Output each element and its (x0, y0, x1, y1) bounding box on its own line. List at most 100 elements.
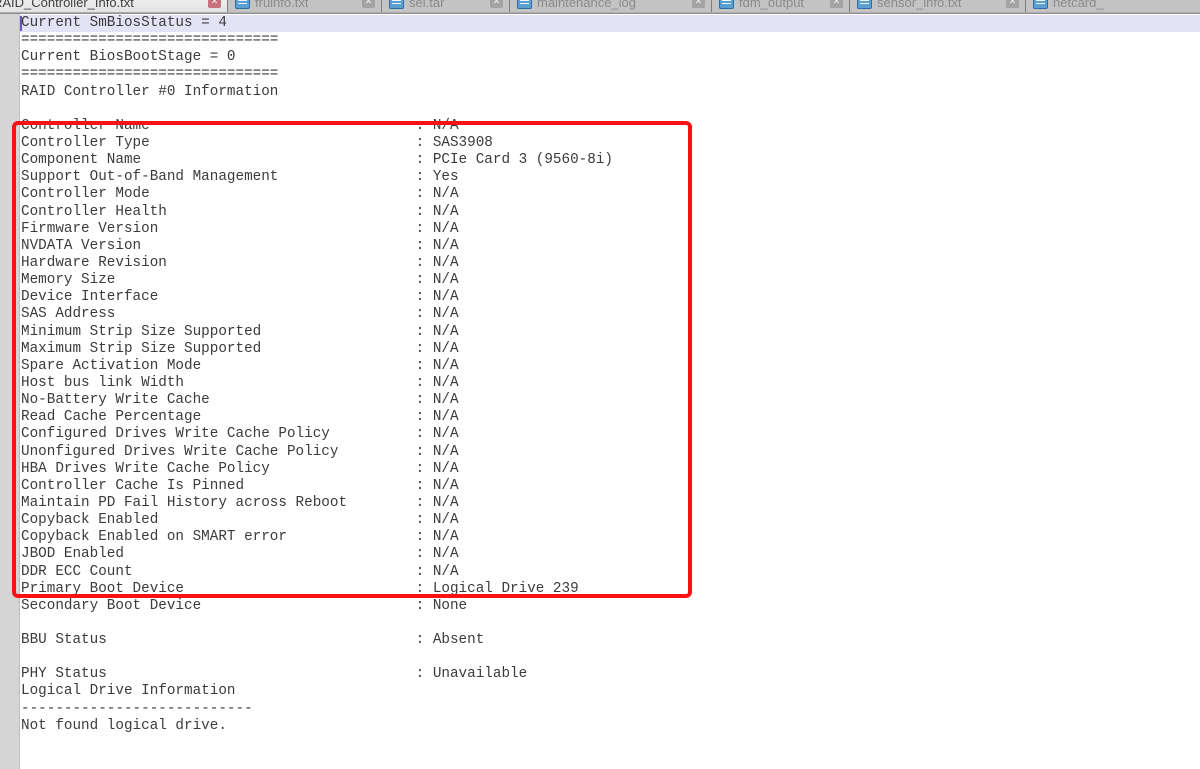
code-line-text: Controller Health : N/A (21, 204, 459, 220)
code-line-text: Primary Boot Device : Logical Drive 239 (21, 581, 579, 597)
code-area: Current SmBiosStatus = 4================… (20, 14, 1200, 769)
code-line-text: Controller Type : SAS3908 (21, 135, 493, 151)
code-line: Secondary Boot Device : None (20, 598, 1200, 615)
code-line-text: Maximum Strip Size Supported : N/A (21, 341, 459, 357)
tab-sel-tar[interactable]: sel.tar ✕ (382, 0, 510, 12)
code-line-text: Copyback Enabled on SMART error : N/A (21, 529, 459, 545)
code-line: Minimum Strip Size Supported : N/A (20, 324, 1200, 341)
close-tab-icon[interactable]: ✕ (208, 0, 221, 8)
code-line-text: Device Interface : N/A (21, 289, 459, 305)
text-caret (20, 16, 22, 31)
code-line: Maintain PD Fail History across Reboot :… (20, 495, 1200, 512)
code-line: BBU Status : Absent (20, 632, 1200, 649)
code-line: Firmware Version : N/A (20, 221, 1200, 238)
code-line: Copyback Enabled : N/A (20, 512, 1200, 529)
code-line: Controller Mode : N/A (20, 186, 1200, 203)
tab-netcard[interactable]: netcard_ ✕ (1026, 0, 1200, 12)
code-line: Copyback Enabled on SMART error : N/A (20, 529, 1200, 546)
code-line-text: Controller Mode : N/A (21, 186, 459, 202)
close-tab-icon[interactable]: ✕ (830, 0, 843, 8)
code-line: No-Battery Write Cache : N/A (20, 392, 1200, 409)
tab-fdm-output[interactable]: fdm_output ✕ (712, 0, 850, 12)
code-line-text: Component Name : PCIe Card 3 (9560-8i) (21, 152, 613, 168)
tab-label: fruinfo.txt (255, 0, 308, 10)
code-line-current: Current SmBiosStatus = 4 (20, 15, 1200, 32)
close-tab-icon[interactable]: ✕ (692, 0, 705, 8)
code-line: HBA Drives Write Cache Policy : N/A (20, 461, 1200, 478)
tab-bar: RAID_Controller_Info.txt ✕ fruinfo.txt ✕… (0, 0, 1200, 14)
code-line-text: Controller Cache Is Pinned : N/A (21, 478, 459, 494)
code-line-text: Unonfigured Drives Write Cache Policy : … (21, 444, 459, 460)
code-line-text: RAID Controller #0 Information (21, 84, 278, 100)
code-line: Maximum Strip Size Supported : N/A (20, 341, 1200, 358)
file-icon (235, 0, 250, 9)
code-line-text: No-Battery Write Cache : N/A (21, 392, 459, 408)
code-line-text: Minimum Strip Size Supported : N/A (21, 324, 459, 340)
code-line: Memory Size : N/A (20, 272, 1200, 289)
tab-label: sensor_info.txt (877, 0, 962, 10)
code-line: Support Out-of-Band Management : Yes (20, 169, 1200, 186)
tab-label: RAID_Controller_Info.txt (0, 0, 134, 10)
code-line-text: Secondary Boot Device : None (21, 598, 467, 614)
code-line-text: Spare Activation Mode : N/A (21, 358, 459, 374)
code-line-text: BBU Status : Absent (21, 632, 484, 648)
code-line-text: ============================== (21, 32, 278, 48)
code-line: Controller Type : SAS3908 (20, 135, 1200, 152)
code-line-text: NVDATA Version : N/A (21, 238, 459, 254)
code-line-text: Logical Drive Information (21, 683, 236, 699)
code-line-text: Not found logical drive. (21, 718, 227, 734)
code-line-text: PHY Status : Unavailable (21, 666, 527, 682)
code-line: RAID Controller #0 Information (20, 84, 1200, 101)
file-icon (517, 0, 532, 9)
code-line (20, 615, 1200, 632)
tab-sensor-info-txt[interactable]: sensor_info.txt ✕ (850, 0, 1026, 12)
tab-maintenance-log[interactable]: maintenance_log ✕ (510, 0, 712, 12)
code-line-text: Host bus link Width : N/A (21, 375, 459, 391)
code-line-text: Maintain PD Fail History across Reboot :… (21, 495, 459, 511)
code-line: Device Interface : N/A (20, 289, 1200, 306)
code-line: Controller Name : N/A (20, 118, 1200, 135)
code-line: Controller Cache Is Pinned : N/A (20, 478, 1200, 495)
tab-label: fdm_output (739, 0, 804, 10)
code-line-text: HBA Drives Write Cache Policy : N/A (21, 461, 459, 477)
code-line-text: DDR ECC Count : N/A (21, 564, 459, 580)
code-line: Component Name : PCIe Card 3 (9560-8i) (20, 152, 1200, 169)
code-line-text: Hardware Revision : N/A (21, 255, 459, 271)
file-icon (1033, 0, 1048, 9)
code-line: Read Cache Percentage : N/A (20, 409, 1200, 426)
code-line: JBOD Enabled : N/A (20, 546, 1200, 563)
code-line: --------------------------- (20, 701, 1200, 718)
code-line: Host bus link Width : N/A (20, 375, 1200, 392)
tab-label: maintenance_log (537, 0, 636, 10)
code-line: Current BiosBootStage = 0 (20, 49, 1200, 66)
code-line: Controller Health : N/A (20, 204, 1200, 221)
close-tab-icon[interactable]: ✕ (1006, 0, 1019, 8)
code-line: Hardware Revision : N/A (20, 255, 1200, 272)
code-line-text: Memory Size : N/A (21, 272, 459, 288)
tab-fruinfo-txt[interactable]: fruinfo.txt ✕ (228, 0, 382, 12)
code-line: ============================== (20, 66, 1200, 83)
close-tab-icon[interactable]: ✕ (362, 0, 375, 8)
file-icon (719, 0, 734, 9)
code-line-text: Copyback Enabled : N/A (21, 512, 459, 528)
code-line: Not found logical drive. (20, 718, 1200, 735)
code-line-text: Configured Drives Write Cache Policy : N… (21, 426, 459, 442)
tab-label: sel.tar (409, 0, 444, 10)
code-line: NVDATA Version : N/A (20, 238, 1200, 255)
close-tab-icon[interactable]: ✕ (490, 0, 503, 8)
code-line: Unonfigured Drives Write Cache Policy : … (20, 444, 1200, 461)
code-line-text: SAS Address : N/A (21, 306, 459, 322)
file-icon (389, 0, 404, 9)
code-line-text: ============================== (21, 66, 278, 82)
editor-area[interactable]: Current SmBiosStatus = 4================… (0, 14, 1200, 769)
code-line-text: JBOD Enabled : N/A (21, 546, 459, 562)
code-line-text: Current BiosBootStage = 0 (21, 49, 236, 65)
code-line-text: --------------------------- (21, 701, 253, 717)
code-line-text: Firmware Version : N/A (21, 221, 459, 237)
code-line-text: Read Cache Percentage : N/A (21, 409, 459, 425)
code-line (20, 101, 1200, 118)
code-line: Configured Drives Write Cache Policy : N… (20, 426, 1200, 443)
code-line: Spare Activation Mode : N/A (20, 358, 1200, 375)
code-line-text: Current SmBiosStatus = 4 (21, 15, 227, 31)
tab-raid-controller-info-txt[interactable]: RAID_Controller_Info.txt ✕ (0, 0, 228, 12)
